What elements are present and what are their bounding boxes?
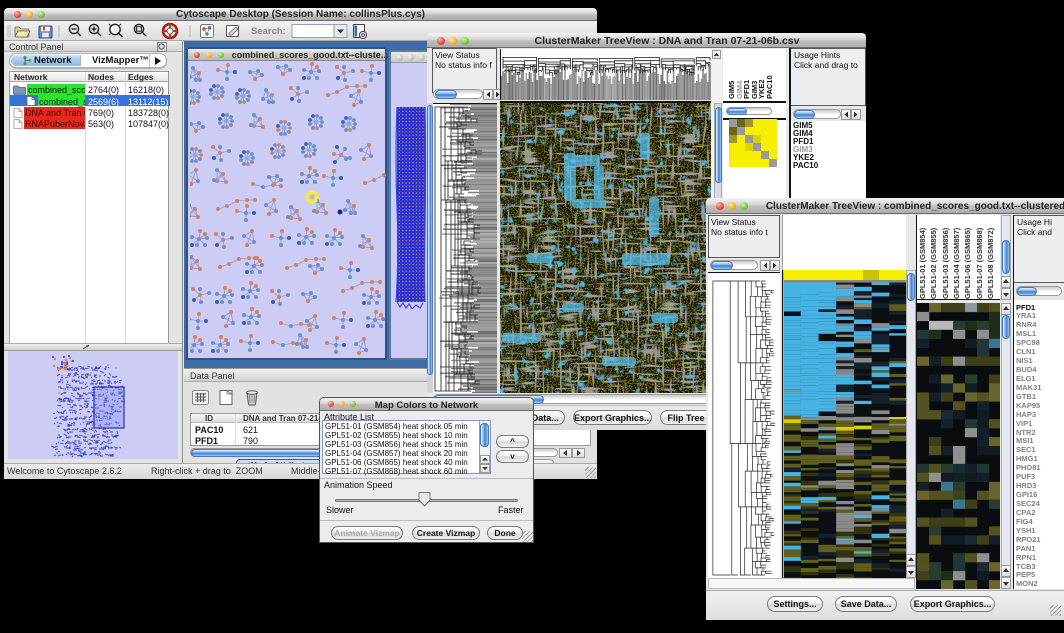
svg-text:Search:: Search:	[251, 26, 286, 37]
